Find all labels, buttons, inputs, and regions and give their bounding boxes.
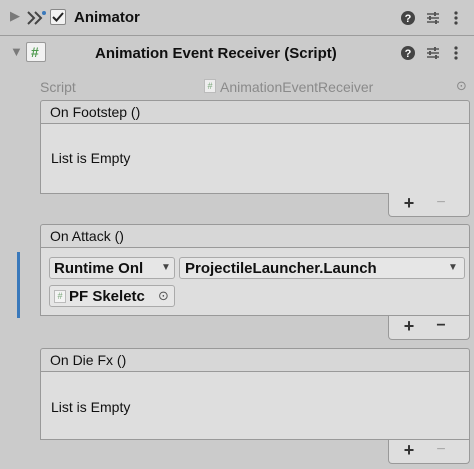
event-name: On Attack () <box>50 228 124 244</box>
target-object-field[interactable]: # PF Skeletc ⊙ <box>49 285 175 307</box>
event-footer-on-die-fx: + − <box>388 440 470 464</box>
receiver-title: Animation Event Receiver (Script) <box>95 45 337 62</box>
animator-title: Animator <box>74 9 140 26</box>
event-name: On Die Fx () <box>50 352 127 368</box>
event-list-on-die-fx: List is Empty <box>40 372 470 440</box>
remove-listener-button[interactable]: − <box>429 194 453 212</box>
animator-header[interactable]: ▶ Animator ? <box>0 0 474 35</box>
kebab-menu-icon[interactable] <box>452 10 460 26</box>
selection-accent-bar <box>17 252 20 318</box>
add-listener-button[interactable]: + <box>397 440 421 461</box>
event-list-on-attack: Runtime Onl ▼ ProjectileLauncher.Launch … <box>40 248 470 316</box>
object-picker-icon[interactable]: ⊙ <box>158 288 169 304</box>
target-object-value: PF Skeletc <box>69 288 145 305</box>
empty-list-text: List is Empty <box>51 399 131 415</box>
presets-icon[interactable] <box>425 45 441 61</box>
add-listener-button[interactable]: + <box>397 193 421 214</box>
script-object-field[interactable]: # AnimationEventReceiver ⊙ <box>200 76 470 96</box>
runtime-mode-value: Runtime Onl <box>54 260 144 277</box>
animator-enabled-checkbox[interactable] <box>50 9 66 25</box>
chevron-down-icon: ▼ <box>161 262 171 273</box>
event-header-on-footstep: On Footstep () <box>40 100 470 124</box>
script-file-icon: # <box>204 79 216 93</box>
event-header-on-attack: On Attack () <box>40 224 470 248</box>
svg-text:?: ? <box>405 13 412 25</box>
script-component-icon: # <box>26 42 46 62</box>
presets-icon[interactable] <box>425 10 441 26</box>
help-icon[interactable]: ? <box>400 45 416 61</box>
chevron-down-icon: ▼ <box>448 262 458 273</box>
object-picker-icon[interactable]: ⊙ <box>456 78 467 94</box>
receiver-header[interactable]: ▼ # Animation Event Receiver (Script) ? <box>0 36 474 70</box>
script-label: Script <box>40 79 76 95</box>
kebab-menu-icon[interactable] <box>452 45 460 61</box>
event-list-on-footstep: List is Empty <box>40 124 470 194</box>
event-footer-on-attack: + − <box>388 316 470 340</box>
event-name: On Footstep () <box>50 104 141 120</box>
event-footer-on-footstep: + − <box>388 193 470 217</box>
runtime-mode-dropdown[interactable]: Runtime Onl ▼ <box>49 257 175 279</box>
empty-list-text: List is Empty <box>51 150 131 166</box>
function-value: ProjectileLauncher.Launch <box>185 260 377 277</box>
event-header-on-die-fx: On Die Fx () <box>40 348 470 372</box>
script-file-icon: # <box>54 290 66 303</box>
svg-text:?: ? <box>405 48 412 60</box>
add-listener-button[interactable]: + <box>397 316 421 337</box>
foldout-expanded-icon[interactable]: ▼ <box>10 44 23 59</box>
help-icon[interactable]: ? <box>400 10 416 26</box>
remove-listener-button[interactable]: − <box>429 441 453 459</box>
remove-listener-button[interactable]: − <box>429 317 453 335</box>
animator-icon <box>27 11 46 25</box>
script-value: AnimationEventReceiver <box>220 79 374 95</box>
function-dropdown[interactable]: ProjectileLauncher.Launch ▼ <box>179 257 465 279</box>
foldout-arrow-icon[interactable]: ▶ <box>10 8 20 24</box>
